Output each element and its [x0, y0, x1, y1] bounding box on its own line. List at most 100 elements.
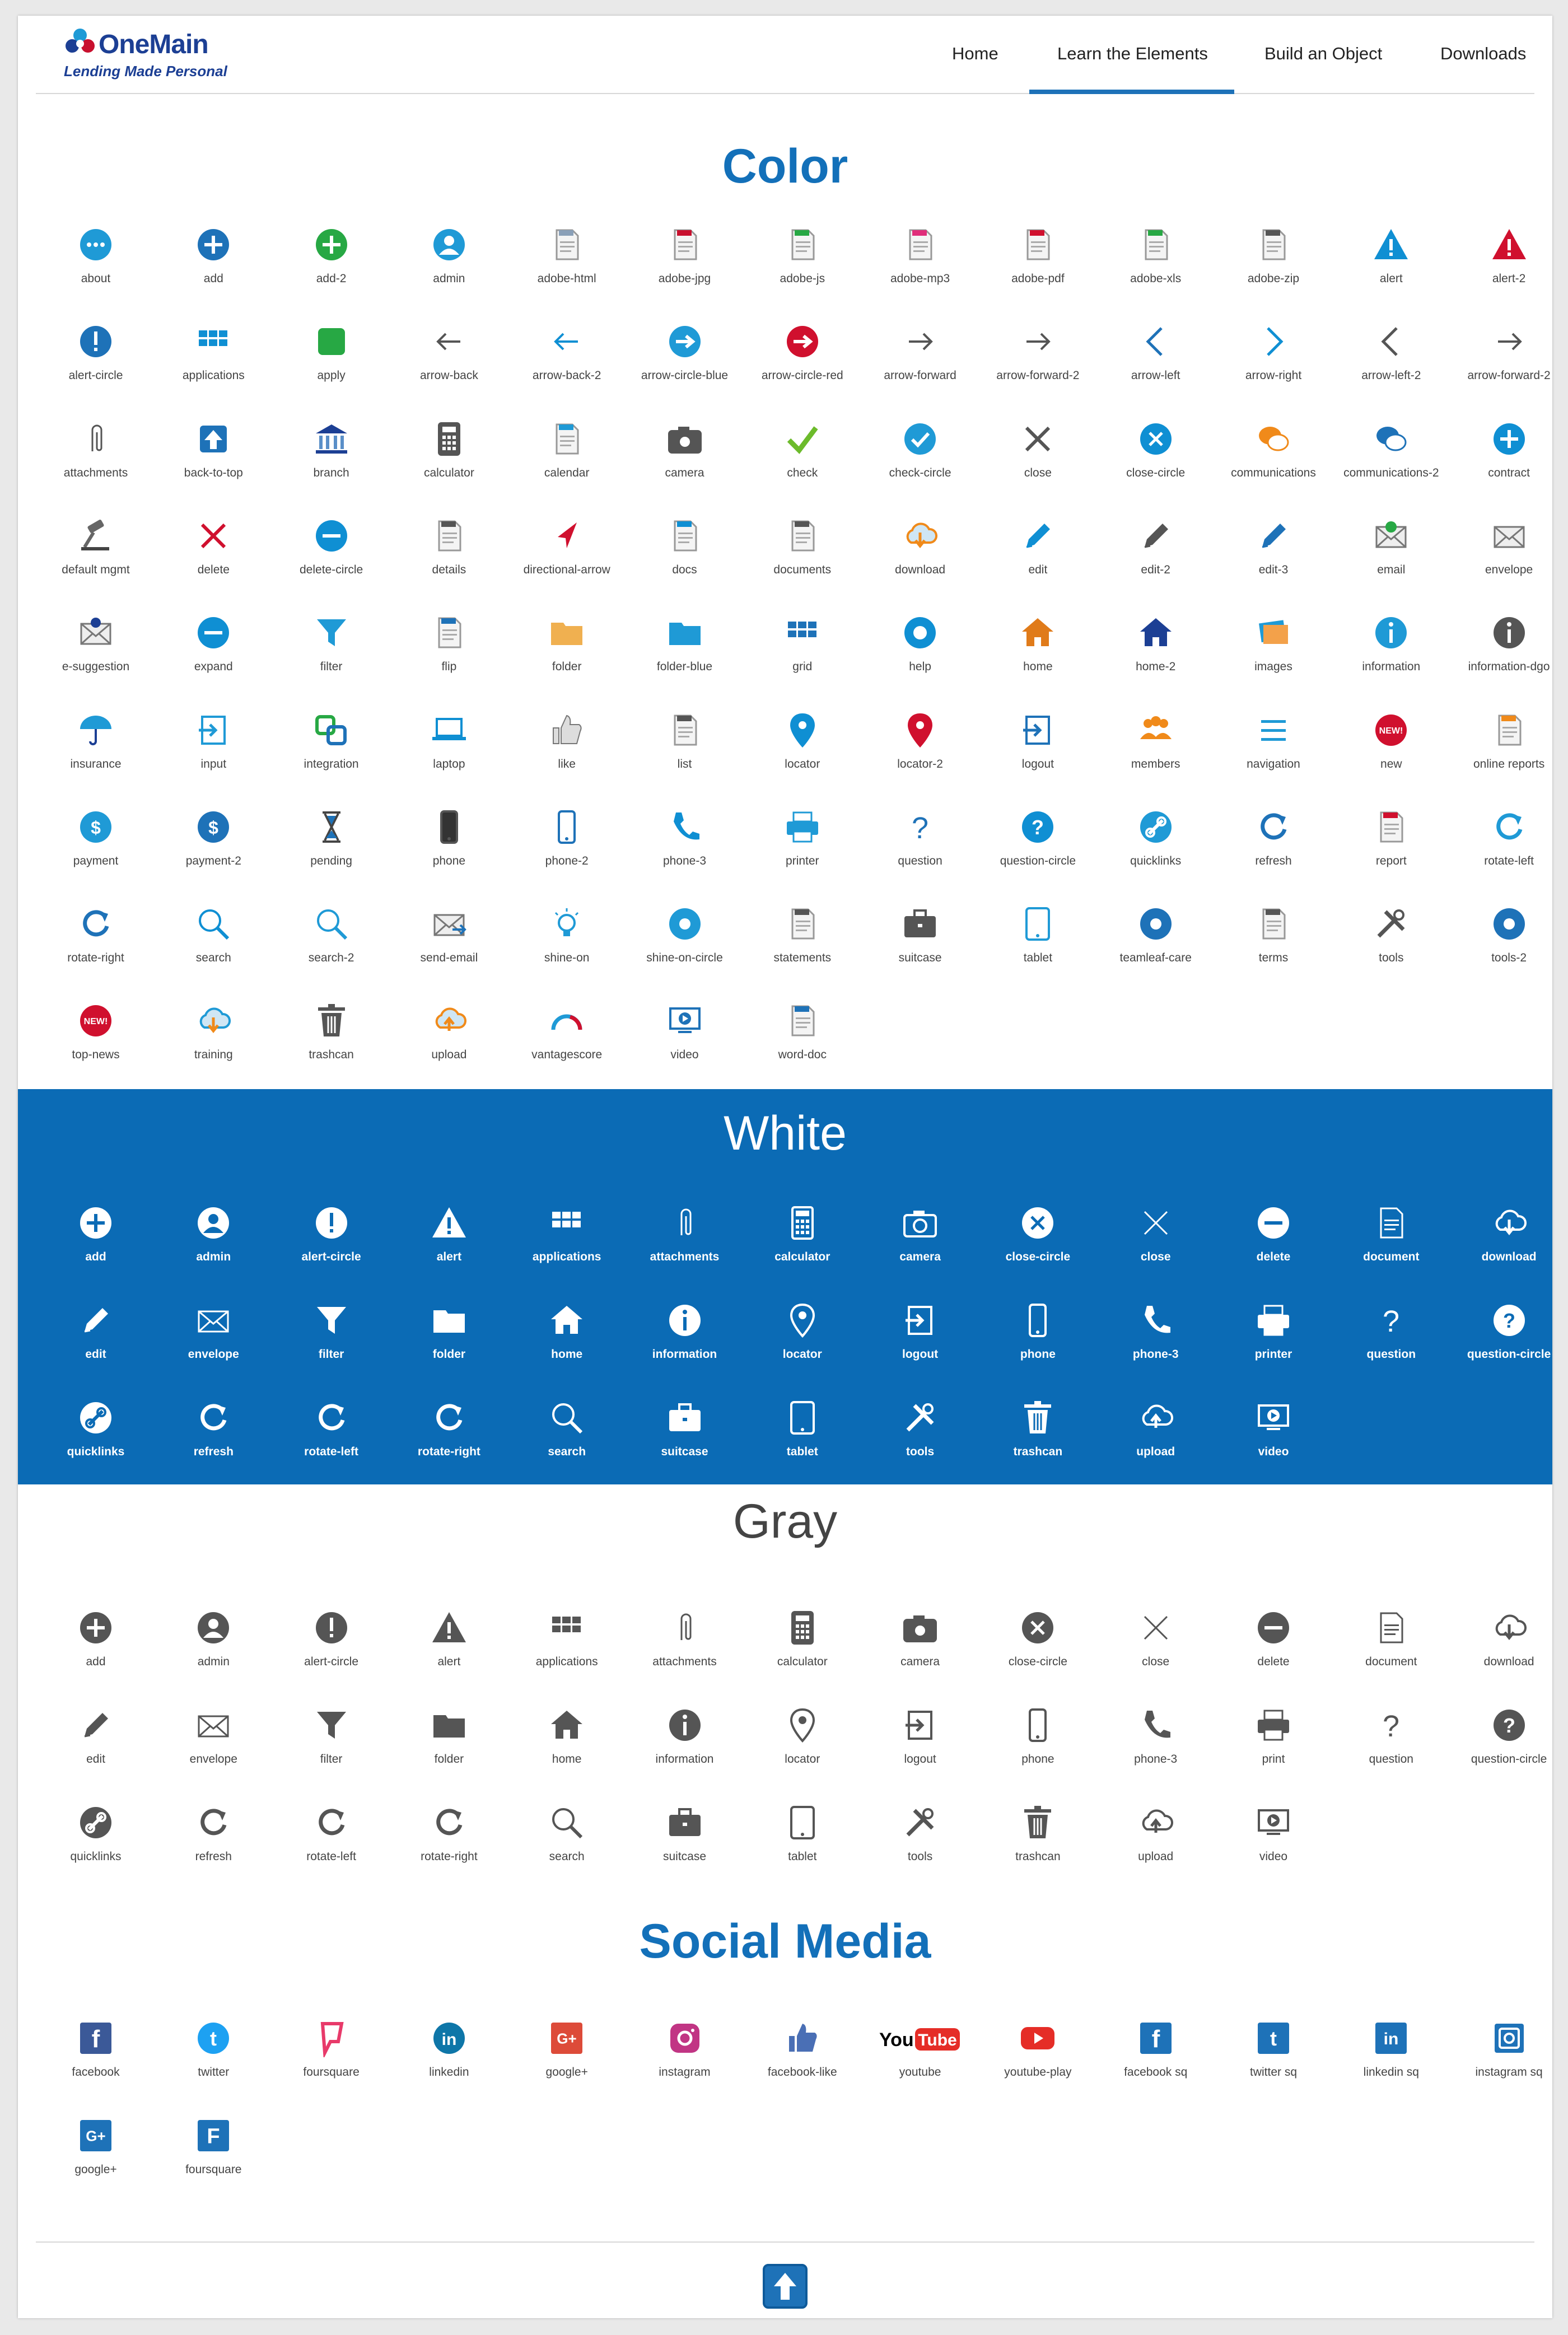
- color-icon-tile-search-2[interactable]: search-2: [273, 905, 390, 994]
- color-icon-tile-branch[interactable]: branch: [273, 420, 390, 510]
- white-icon-tile-alert[interactable]: alert: [390, 1204, 508, 1293]
- social-icon-tile-instagram-sq[interactable]: instagram sq: [1450, 2019, 1568, 2109]
- white-icon-tile-video[interactable]: video: [1215, 1399, 1332, 1488]
- color-icon-tile-close-circle[interactable]: close-circle: [1097, 420, 1215, 510]
- color-icon-tile-arrow-forward-2[interactable]: arrow-forward-2: [979, 323, 1096, 412]
- white-icon-tile-locator[interactable]: locator: [744, 1301, 861, 1391]
- white-icon-tile-folder[interactable]: folder: [390, 1301, 508, 1391]
- color-icon-tile-camera[interactable]: camera: [626, 420, 744, 510]
- color-icon-tile-report[interactable]: report: [1332, 808, 1450, 898]
- white-icon-tile-quicklinks[interactable]: quicklinks: [37, 1399, 155, 1488]
- color-icon-tile-arrow-forward-2[interactable]: arrow-forward-2: [1450, 323, 1568, 412]
- gray-icon-tile-information[interactable]: information: [626, 1706, 744, 1796]
- color-icon-tile-adobe-xls[interactable]: adobe-xls: [1097, 226, 1215, 315]
- color-icon-tile-home[interactable]: home: [979, 614, 1096, 703]
- color-icon-tile-phone-2[interactable]: phone-2: [508, 808, 626, 898]
- social-icon-tile-linkedin-sq[interactable]: in linkedin sq: [1332, 2019, 1450, 2109]
- color-icon-tile-insurance[interactable]: insurance: [37, 711, 155, 801]
- white-icon-tile-suitcase[interactable]: suitcase: [626, 1399, 744, 1488]
- color-icon-tile-terms[interactable]: terms: [1215, 905, 1332, 994]
- color-icon-tile-help[interactable]: help: [861, 614, 979, 703]
- gray-icon-tile-question[interactable]: ? question: [1332, 1706, 1450, 1796]
- white-icon-tile-trashcan[interactable]: trashcan: [979, 1399, 1096, 1488]
- gray-icon-tile-print[interactable]: print: [1215, 1706, 1332, 1796]
- social-icon-tile-twitter-sq[interactable]: t twitter sq: [1215, 2019, 1332, 2109]
- gray-icon-tile-trashcan[interactable]: trashcan: [979, 1804, 1096, 1893]
- white-icon-tile-add[interactable]: add: [37, 1204, 155, 1293]
- gray-icon-tile-applications[interactable]: applications: [508, 1609, 626, 1698]
- gray-icon-tile-edit[interactable]: edit: [37, 1706, 155, 1796]
- white-icon-tile-applications[interactable]: applications: [508, 1204, 626, 1293]
- gray-icon-tile-calculator[interactable]: calculator: [744, 1609, 861, 1698]
- color-icon-tile-members[interactable]: members: [1097, 711, 1215, 801]
- white-icon-tile-tablet[interactable]: tablet: [744, 1399, 861, 1488]
- color-icon-tile-video[interactable]: video: [626, 1002, 744, 1091]
- color-icon-tile-documents[interactable]: documents: [744, 517, 861, 606]
- color-icon-tile-phone-3[interactable]: phone-3: [626, 808, 744, 898]
- gray-icon-tile-folder[interactable]: folder: [390, 1706, 508, 1796]
- color-icon-tile-shine-on-circle[interactable]: shine-on-circle: [626, 905, 744, 994]
- color-icon-tile-shine-on[interactable]: shine-on: [508, 905, 626, 994]
- white-icon-tile-edit[interactable]: edit: [37, 1301, 155, 1391]
- color-icon-tile-alert[interactable]: alert: [1332, 226, 1450, 315]
- gray-icon-tile-logout[interactable]: logout: [861, 1706, 979, 1796]
- color-icon-tile-integration[interactable]: integration: [273, 711, 390, 801]
- color-icon-tile-docs[interactable]: docs: [626, 517, 744, 606]
- gray-icon-tile-upload[interactable]: upload: [1097, 1804, 1215, 1893]
- gray-icon-tile-camera[interactable]: camera: [861, 1609, 979, 1698]
- color-icon-tile-arrow-circle-red[interactable]: arrow-circle-red: [744, 323, 861, 412]
- white-icon-tile-close-circle[interactable]: close-circle: [979, 1204, 1096, 1293]
- color-icon-tile-adobe-js[interactable]: adobe-js: [744, 226, 861, 315]
- gray-icon-tile-search[interactable]: search: [508, 1804, 626, 1893]
- gray-icon-tile-attachments[interactable]: attachments: [626, 1609, 744, 1698]
- color-icon-tile-apply[interactable]: apply: [273, 323, 390, 412]
- color-icon-tile-tools-2[interactable]: tools-2: [1450, 905, 1568, 994]
- color-icon-tile-quicklinks[interactable]: quicklinks: [1097, 808, 1215, 898]
- gray-icon-tile-rotate-left[interactable]: rotate-left: [273, 1804, 390, 1893]
- color-icon-tile-back-to-top[interactable]: back-to-top: [155, 420, 272, 510]
- color-icon-tile-tablet[interactable]: tablet: [979, 905, 1096, 994]
- color-icon-tile-locator[interactable]: locator: [744, 711, 861, 801]
- white-icon-tile-attachments[interactable]: attachments: [626, 1204, 744, 1293]
- color-icon-tile-edit-2[interactable]: edit-2: [1097, 517, 1215, 606]
- color-icon-tile-list[interactable]: list: [626, 711, 744, 801]
- color-icon-tile-suitcase[interactable]: suitcase: [861, 905, 979, 994]
- color-icon-tile-payment-2[interactable]: $ payment-2: [155, 808, 272, 898]
- gray-icon-tile-suitcase[interactable]: suitcase: [626, 1804, 744, 1893]
- color-icon-tile-like[interactable]: like: [508, 711, 626, 801]
- color-icon-tile-arrow-circle-blue[interactable]: arrow-circle-blue: [626, 323, 744, 412]
- white-icon-tile-filter[interactable]: filter: [273, 1301, 390, 1391]
- gray-icon-tile-download[interactable]: download: [1450, 1609, 1568, 1698]
- gray-icon-tile-filter[interactable]: filter: [273, 1706, 390, 1796]
- white-icon-tile-calculator[interactable]: calculator: [744, 1204, 861, 1293]
- color-icon-tile-communications[interactable]: communications: [1215, 420, 1332, 510]
- color-icon-tile-adobe-pdf[interactable]: adobe-pdf: [979, 226, 1096, 315]
- color-icon-tile-delete[interactable]: delete: [155, 517, 272, 606]
- gray-icon-tile-alert[interactable]: alert: [390, 1609, 508, 1698]
- gray-icon-tile-alert-circle[interactable]: alert-circle: [273, 1609, 390, 1698]
- gray-icon-tile-home[interactable]: home: [508, 1706, 626, 1796]
- color-icon-tile-teamleaf-care[interactable]: teamleaf-care: [1097, 905, 1215, 994]
- white-icon-tile-upload[interactable]: upload: [1097, 1399, 1215, 1488]
- white-icon-tile-document[interactable]: document: [1332, 1204, 1450, 1293]
- color-icon-tile-check-circle[interactable]: check-circle: [861, 420, 979, 510]
- social-icon-tile-facebook-sq[interactable]: f facebook sq: [1097, 2019, 1215, 2109]
- social-icon-tile-youtube[interactable]: You Tube youtube: [861, 2019, 979, 2109]
- white-icon-tile-rotate-left[interactable]: rotate-left: [273, 1399, 390, 1488]
- gray-icon-tile-locator[interactable]: locator: [744, 1706, 861, 1796]
- nav-learn-the-elements[interactable]: Learn the Elements: [1057, 44, 1208, 64]
- color-icon-tile-refresh[interactable]: refresh: [1215, 808, 1332, 898]
- color-icon-tile-folder-blue[interactable]: folder-blue: [626, 614, 744, 703]
- gray-icon-tile-close-circle[interactable]: close-circle: [979, 1609, 1096, 1698]
- social-icon-tile-instagram[interactable]: instagram: [626, 2019, 744, 2109]
- color-icon-tile-folder[interactable]: folder: [508, 614, 626, 703]
- color-icon-tile-rotate-left[interactable]: rotate-left: [1450, 808, 1568, 898]
- color-icon-tile-delete-circle[interactable]: delete-circle: [273, 517, 390, 606]
- white-icon-tile-tools[interactable]: tools: [861, 1399, 979, 1488]
- color-icon-tile-adobe-mp3[interactable]: adobe-mp3: [861, 226, 979, 315]
- color-icon-tile-laptop[interactable]: laptop: [390, 711, 508, 801]
- color-icon-tile-input[interactable]: input: [155, 711, 272, 801]
- color-icon-tile-alert-circle[interactable]: alert-circle: [37, 323, 155, 412]
- color-icon-tile-pending[interactable]: pending: [273, 808, 390, 898]
- social-icon-tile-facebook-like[interactable]: facebook-like: [744, 2019, 861, 2109]
